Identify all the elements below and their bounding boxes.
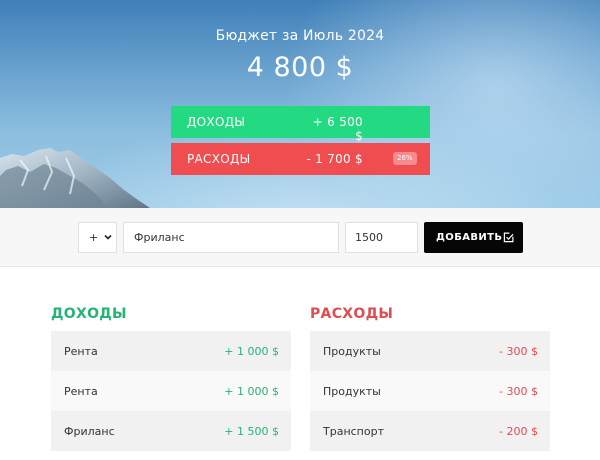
expense-item-name: Продукты (323, 345, 381, 358)
chevron-down-icon (104, 234, 112, 240)
checkbox-edit-icon (503, 232, 514, 243)
expense-item[interactable]: Продукты - 300 $ (310, 371, 550, 411)
income-summary-value: + 6 500 $ (312, 115, 363, 143)
income-item-name: Фриланс (64, 425, 115, 438)
income-item[interactable]: Рента + 1 000 $ (51, 371, 291, 411)
expense-item-amount: - 300 $ (499, 345, 538, 358)
add-button-label: ДОБАВИТЬ (436, 232, 503, 243)
expense-item-name: Транспорт (323, 425, 384, 438)
type-select-value: + (89, 231, 99, 244)
add-button[interactable]: ДОБАВИТЬ (424, 222, 523, 253)
income-item-amount: + 1 500 $ (224, 425, 279, 438)
type-select[interactable]: + (78, 222, 117, 253)
expense-item-name: Продукты (323, 385, 381, 398)
expense-item[interactable]: Продукты - 300 $ (310, 331, 550, 371)
income-item[interactable]: Рента + 1 000 $ (51, 331, 291, 371)
expense-list-title: РАСХОДЫ (310, 306, 394, 322)
budget-header: Бюджет за Июль 2024 4 800 $ ДОХОДЫ + 6 5… (0, 0, 600, 208)
budget-title: Бюджет за Июль 2024 (215, 28, 385, 44)
expense-item[interactable]: Транспорт - 200 $ (310, 411, 550, 451)
expense-percent-badge: 26% (393, 152, 417, 165)
income-item-name: Рента (64, 385, 98, 398)
budget-total: 4 800 $ (246, 52, 354, 83)
income-item-name: Рента (64, 345, 98, 358)
expense-summary-value: - 1 700 $ (306, 152, 363, 166)
add-entry-form: + Фриланс 1500 ДОБАВИТЬ (0, 208, 600, 267)
expense-item-amount: - 200 $ (499, 425, 538, 438)
expense-summary: РАСХОДЫ - 1 700 $ 26% (171, 143, 430, 175)
expense-item-amount: - 300 $ (499, 385, 538, 398)
income-list-title: ДОХОДЫ (51, 306, 127, 322)
amount-input[interactable]: 1500 (345, 222, 418, 253)
income-item[interactable]: Фриланс + 1 500 $ (51, 411, 291, 451)
income-summary: ДОХОДЫ + 6 500 $ (171, 106, 430, 143)
income-item-amount: + 1 000 $ (224, 345, 279, 358)
expense-summary-label: РАСХОДЫ (187, 152, 251, 166)
income-item-amount: + 1 000 $ (224, 385, 279, 398)
description-input[interactable]: Фриланс (123, 222, 339, 253)
income-summary-label: ДОХОДЫ (187, 115, 246, 129)
